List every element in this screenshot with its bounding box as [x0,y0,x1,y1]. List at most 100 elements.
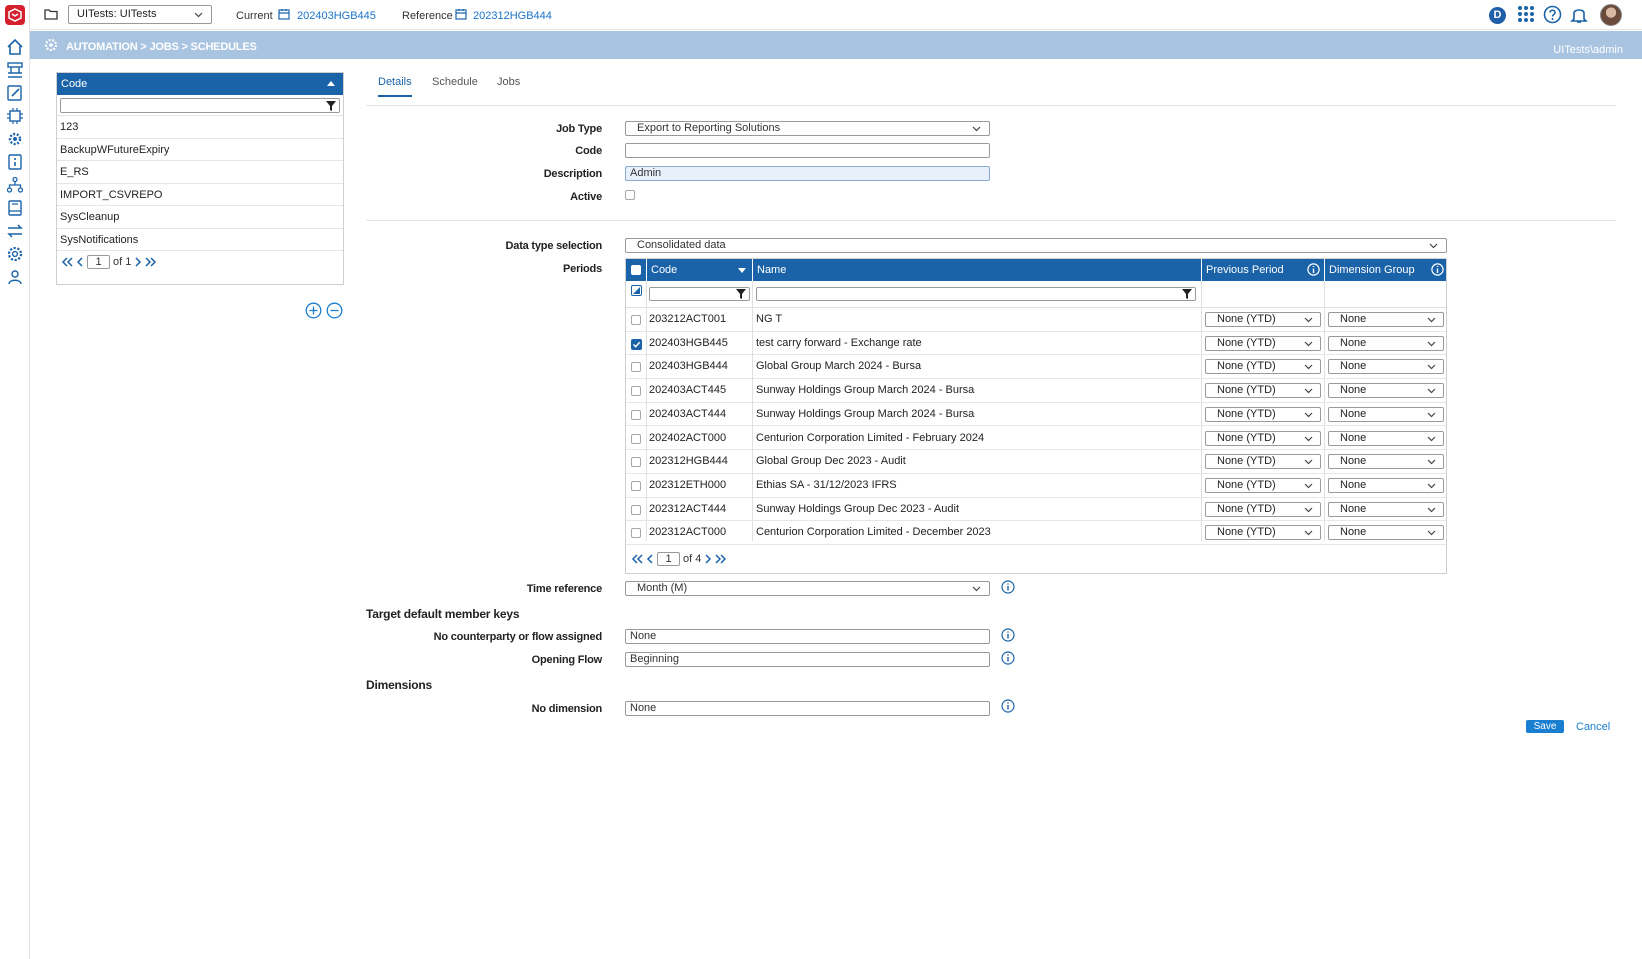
column-header-previous-period[interactable]: Previous Period [1201,259,1324,281]
info-icon[interactable] [1001,699,1015,713]
notifications-bell-icon[interactable] [1570,5,1588,24]
opening-flow-field[interactable]: Beginning [625,652,990,667]
processor-icon[interactable] [6,107,24,125]
page-number-input[interactable]: 1 [87,254,110,269]
apps-grid-icon[interactable] [1517,5,1535,23]
previous-period-select[interactable]: None (YTD) [1205,359,1321,375]
previous-period-select[interactable]: None (YTD) [1205,477,1321,493]
users-icon[interactable] [6,268,24,286]
row-checkbox[interactable] [631,386,641,397]
info-icon[interactable] [1001,580,1015,594]
previous-period-select[interactable]: None (YTD) [1205,383,1321,399]
transfer-icon[interactable] [6,222,24,240]
add-circle-icon[interactable] [305,302,322,319]
code-filter-input[interactable] [649,287,750,301]
column-header-code[interactable]: Code [646,259,752,281]
job-type-select[interactable]: Export to Reporting Solutions [625,121,990,136]
page-number-input[interactable]: 1 [657,552,680,566]
hierarchy-icon[interactable] [6,176,24,194]
prev-page-icon[interactable] [646,554,654,564]
table-row[interactable]: 202403ACT444 Sunway Holdings Group March … [626,403,1446,427]
previous-period-select[interactable]: None (YTD) [1205,312,1321,327]
row-checkbox[interactable] [631,433,641,444]
next-page-icon[interactable] [704,554,712,564]
no-dimension-field[interactable]: None [625,701,990,716]
cancel-button[interactable]: Cancel [1576,721,1610,733]
last-page-icon[interactable] [715,554,727,564]
sort-down-icon[interactable] [738,268,746,273]
next-page-icon[interactable] [134,256,142,267]
dimension-group-select[interactable]: None [1328,406,1444,422]
table-row[interactable]: 202312ACT444 Sunway Holdings Group Dec 20… [626,498,1446,522]
settings-icon[interactable] [6,245,24,263]
list-item[interactable]: BackupWFutureExpiry [57,137,343,161]
code-list-header[interactable]: Code [57,73,343,95]
description-field[interactable]: Admin [625,166,990,181]
first-page-icon[interactable] [61,256,73,267]
select-all-checkbox[interactable] [631,265,641,275]
help-icon[interactable] [1543,5,1562,24]
row-checkbox[interactable] [631,409,641,420]
code-field[interactable] [625,143,990,158]
folder-icon[interactable] [44,8,58,20]
list-item[interactable]: IMPORT_CSVREPO [57,182,343,206]
first-page-icon[interactable] [631,554,643,564]
row-checkbox[interactable] [631,504,641,515]
app-logo-icon[interactable] [5,5,25,25]
book-icon[interactable] [6,199,24,217]
row-checkbox[interactable] [631,528,641,539]
row-checkbox[interactable] [631,338,642,350]
info-icon[interactable] [1001,651,1015,665]
previous-period-select[interactable]: None (YTD) [1205,406,1321,422]
column-header-dimension-group[interactable]: Dimension Group [1324,259,1448,281]
filter-icon[interactable] [1182,289,1192,299]
list-item[interactable]: SysCleanup [57,205,343,228]
filter-select-icon[interactable] [631,285,642,296]
previous-period-select[interactable]: None (YTD) [1205,454,1321,470]
table-row[interactable]: 202403HGB444 Global Group March 2024 - Bu… [626,355,1446,380]
table-row[interactable]: 203212ACT001 NG T None (YTD) None [626,308,1446,332]
structure-icon[interactable] [6,61,24,79]
save-button[interactable]: Save [1526,720,1564,733]
previous-period-select[interactable]: None (YTD) [1205,335,1321,351]
dimension-group-select[interactable]: None [1328,454,1444,470]
list-item[interactable]: 123 [57,115,343,138]
report-icon[interactable] [6,153,24,171]
dimension-group-select[interactable]: None [1328,501,1444,517]
previous-period-select[interactable]: None (YTD) [1205,525,1321,541]
dimension-group-select[interactable]: None [1328,525,1444,541]
info-icon[interactable] [1001,628,1015,642]
name-filter-input[interactable] [756,287,1196,301]
table-row[interactable]: 202312HGB444 Global Group Dec 2023 - Audi… [626,450,1446,474]
row-checkbox[interactable] [631,480,641,491]
sort-up-icon[interactable] [327,81,335,86]
edit-form-icon[interactable] [6,84,24,102]
active-checkbox[interactable] [625,190,635,200]
list-item[interactable]: SysNotifications [57,227,343,251]
no-counterparty-field[interactable]: None [625,629,990,644]
table-row[interactable]: 202403ACT445 Sunway Holdings Group March … [626,379,1446,403]
dimension-group-select[interactable]: None [1328,359,1444,375]
previous-period-select[interactable]: None (YTD) [1205,430,1321,446]
row-checkbox[interactable] [631,362,641,373]
home-icon[interactable] [6,38,24,56]
table-row[interactable]: 202312ACT000 Centurion Corporation Limite… [626,521,1446,545]
dimension-group-select[interactable]: None [1328,477,1444,493]
d-badge-icon[interactable]: D [1489,7,1506,24]
workspace-select[interactable]: UITests: UITests [68,5,212,24]
remove-circle-icon[interactable] [326,302,343,319]
row-checkbox[interactable] [631,315,641,325]
dimension-group-select[interactable]: None [1328,335,1444,351]
column-header-name[interactable]: Name [752,259,1201,281]
table-row[interactable]: 202402ACT000 Centurion Corporation Limite… [626,427,1446,451]
info-icon[interactable] [1307,263,1320,276]
prev-page-icon[interactable] [76,256,84,267]
automation-gear-icon[interactable] [6,130,24,148]
last-page-icon[interactable] [145,256,157,267]
table-row[interactable]: 202403HGB445 test carry forward - Exchang… [626,332,1446,356]
tab-details[interactable]: Details [378,76,412,97]
time-reference-select[interactable]: Month (M) [625,581,990,596]
code-filter-input[interactable] [60,98,340,113]
dimension-group-select[interactable]: None [1328,312,1444,327]
reference-period-link[interactable]: 202312HGB444 [473,10,552,22]
